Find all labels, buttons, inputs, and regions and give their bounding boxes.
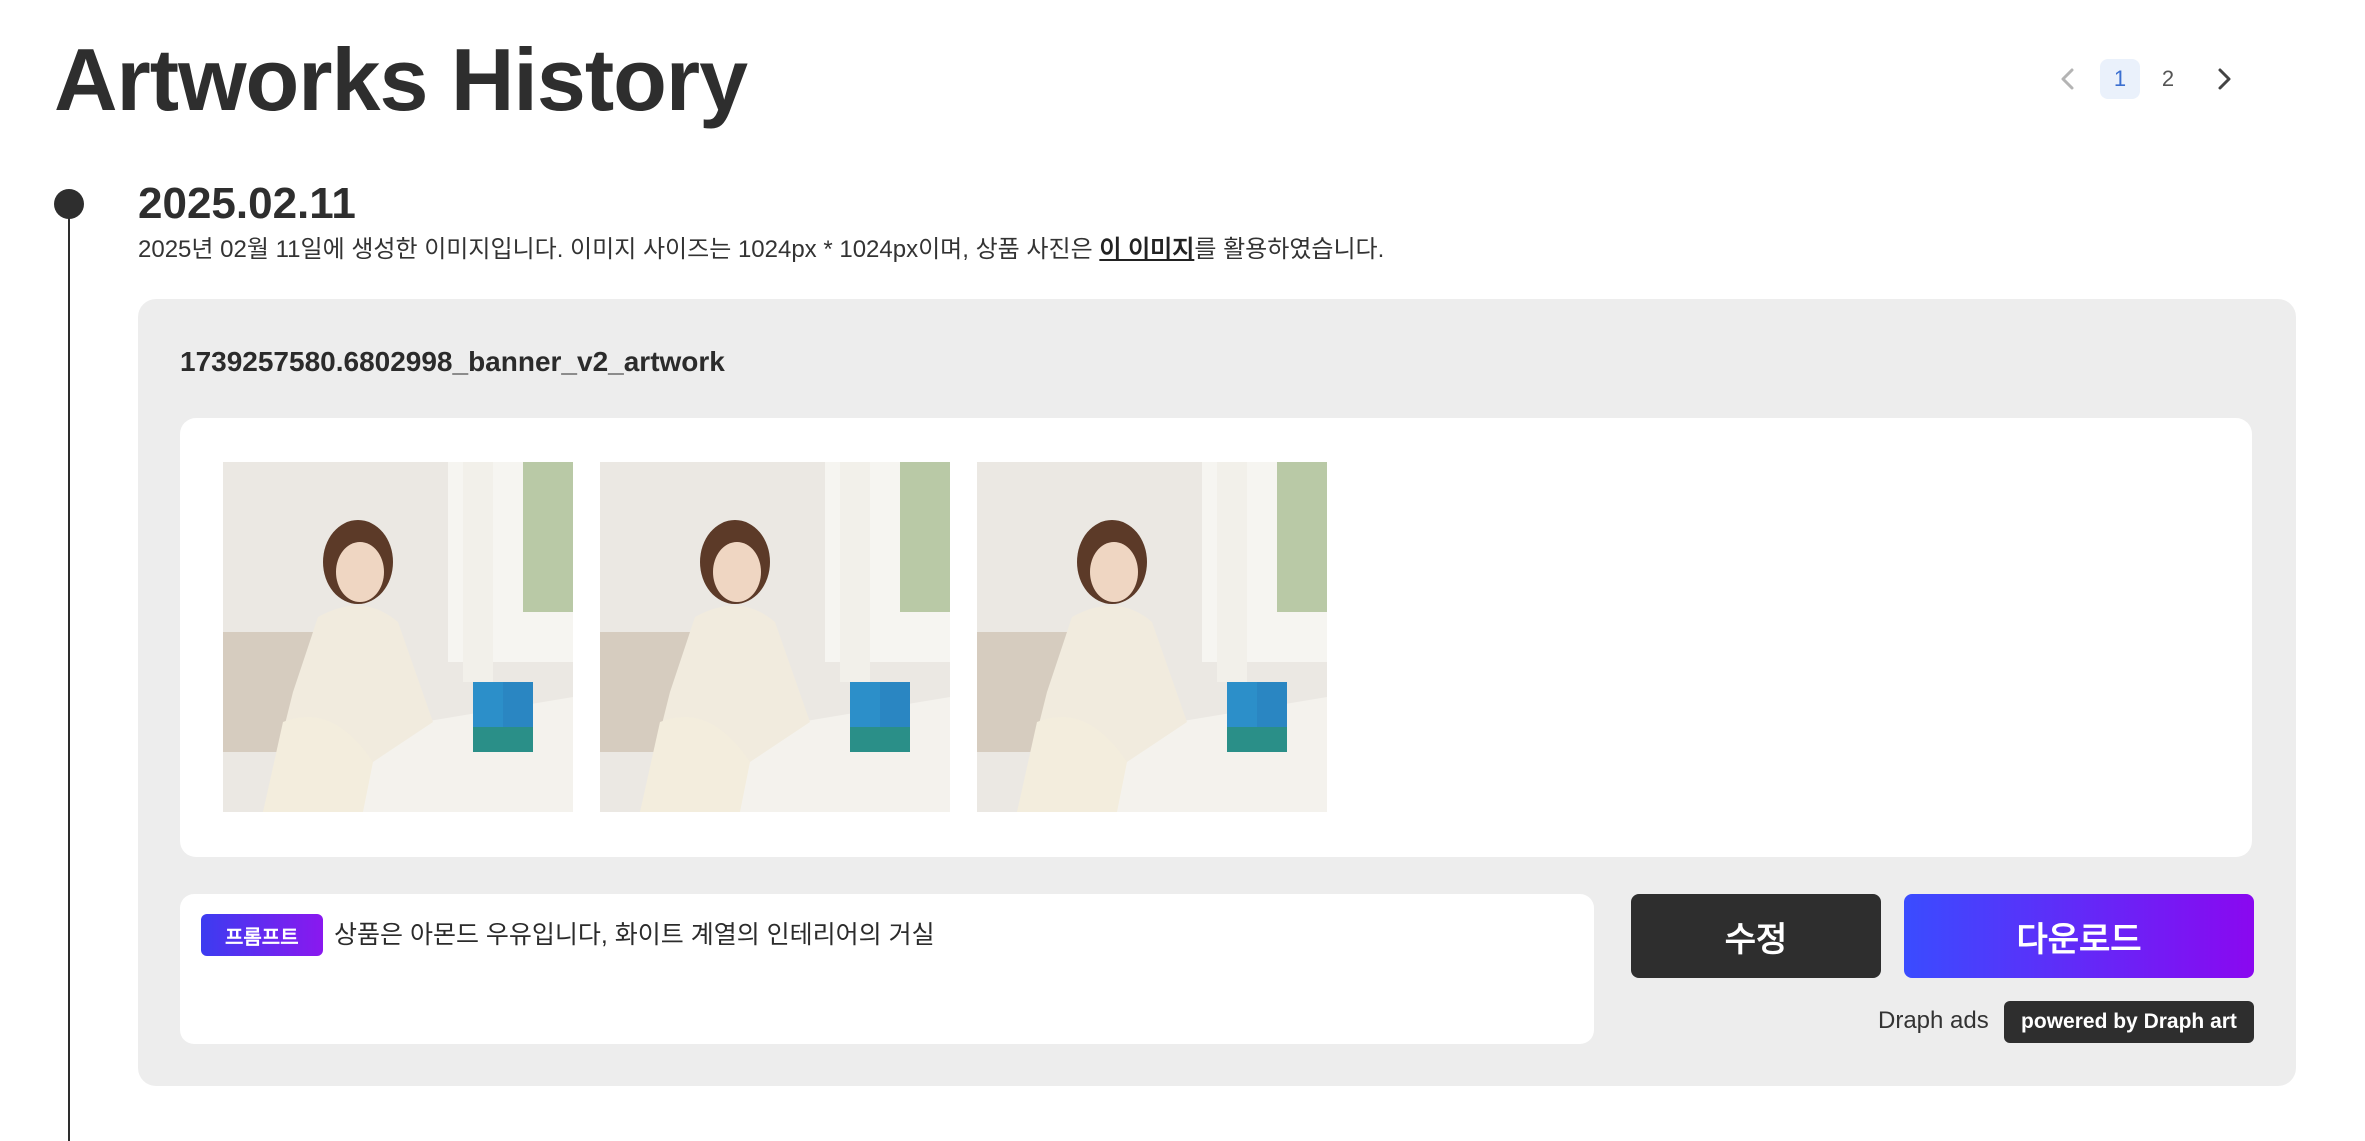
artwork-image (223, 462, 573, 812)
prompt-box: 프롬프트 상품은 아몬드 우유입니다, 화이트 계열의 인테리어의 거실 (180, 894, 1594, 1044)
image-gallery (180, 418, 2252, 857)
artwork-image (977, 462, 1327, 812)
entry-description-text: 2025년 02월 11일에 생성한 이미지입니다. 이미지 사이즈는 1024… (138, 236, 1100, 263)
artwork-name: 1739257580.6802998_banner_v2_artwork (180, 346, 725, 377)
pagination: 1 2 (2048, 56, 2244, 102)
chevron-left-icon (2061, 68, 2074, 90)
page-title: Artworks History (54, 30, 748, 129)
artwork-thumbnail-1[interactable] (223, 462, 573, 812)
entry-date: 2025.02.11 (138, 179, 356, 228)
next-page-button[interactable] (2204, 59, 2244, 99)
entry-description-suffix: 를 활용하였습니다. (1194, 236, 1385, 263)
timeline-dot (54, 189, 84, 219)
powered-by-badge: powered by Draph art (2004, 1001, 2254, 1043)
artwork-thumbnail-3[interactable] (977, 462, 1327, 812)
page-1-button[interactable]: 1 (2100, 59, 2140, 99)
source-image-link[interactable]: 이 이미지 (1099, 236, 1194, 263)
prompt-badge: 프롬프트 (201, 914, 323, 956)
artwork-card: 1739257580.6802998_banner_v2_artwork 프롬프… (138, 299, 2296, 1086)
chevron-right-icon (2218, 68, 2231, 90)
prev-page-button[interactable] (2048, 59, 2088, 99)
draph-ads-label: Draph ads (1878, 1007, 1989, 1034)
artwork-thumbnail-2[interactable] (600, 462, 950, 812)
prompt-text: 상품은 아몬드 우유입니다, 화이트 계열의 인테리어의 거실 (334, 921, 935, 949)
entry-description: 2025년 02월 11일에 생성한 이미지입니다. 이미지 사이즈는 1024… (138, 233, 1384, 267)
artwork-image (600, 462, 950, 812)
page-2-button[interactable]: 2 (2148, 59, 2188, 99)
edit-button[interactable]: 수정 (1631, 894, 1881, 978)
download-button[interactable]: 다운로드 (1904, 894, 2254, 978)
timeline-line (68, 203, 70, 1141)
